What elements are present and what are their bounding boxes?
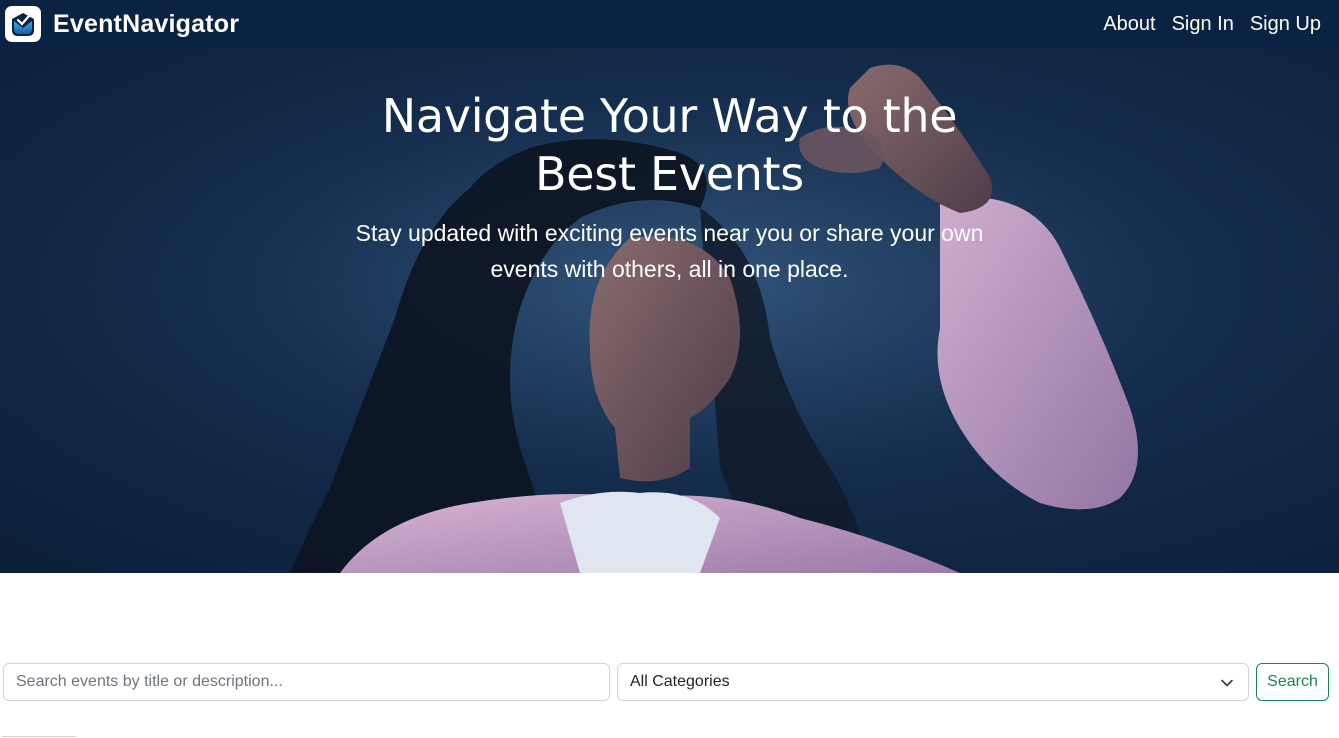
divider bbox=[2, 736, 76, 737]
search-input[interactable] bbox=[3, 663, 610, 701]
nav-link-about[interactable]: About bbox=[1103, 13, 1155, 36]
hero-text: Navigate Your Way to the Best Events Sta… bbox=[0, 48, 1339, 287]
nav-links: About Sign In Sign Up bbox=[1103, 13, 1321, 36]
brand-name: EventNavigator bbox=[53, 9, 240, 38]
brand-link[interactable]: EventNavigator bbox=[5, 6, 239, 42]
nav-link-sign-in[interactable]: Sign In bbox=[1172, 13, 1234, 36]
search-button[interactable]: Search bbox=[1256, 663, 1329, 701]
category-select[interactable]: All Categories bbox=[617, 663, 1249, 701]
top-navbar: EventNavigator About Sign In Sign Up bbox=[0, 0, 1339, 48]
chevron-down-icon bbox=[1221, 679, 1233, 687]
hero-title: Navigate Your Way to the Best Events bbox=[381, 89, 958, 201]
hero-banner: Navigate Your Way to the Best Events Sta… bbox=[0, 48, 1339, 573]
hero-subtitle: Stay updated with exciting events near y… bbox=[355, 220, 984, 282]
nav-link-sign-up[interactable]: Sign Up bbox=[1250, 13, 1321, 36]
category-select-value: All Categories bbox=[630, 673, 730, 690]
search-bar: All Categories Search bbox=[3, 663, 1329, 701]
envelope-check-icon bbox=[5, 6, 41, 42]
